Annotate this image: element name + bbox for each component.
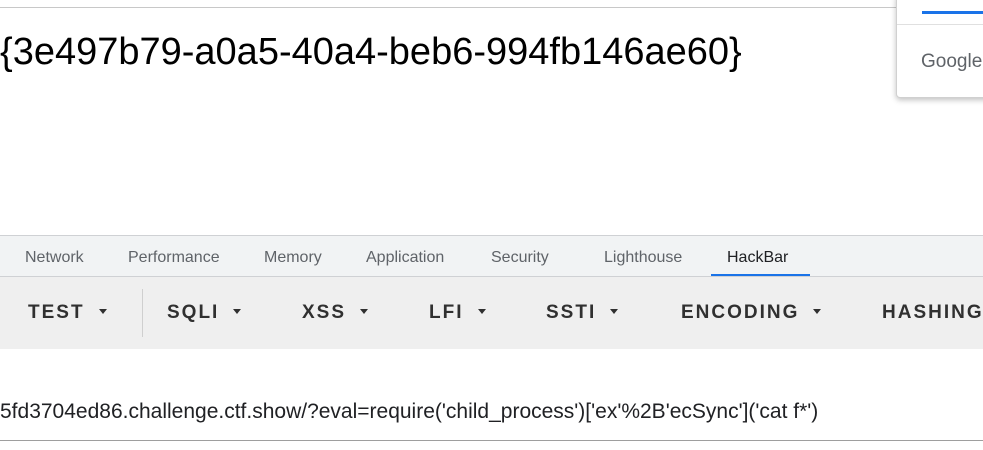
page-top-border [0,7,983,8]
test-menu-button[interactable]: TEST [28,291,107,335]
test-menu-label: TEST [28,302,85,323]
ssti-menu-button[interactable]: SSTI [546,291,619,335]
tab-performance[interactable]: Performance [128,236,220,276]
caret-down-icon [813,308,822,314]
popup-accent-bar [922,11,983,14]
xss-menu-label: XSS [302,302,347,323]
caret-down-icon [610,308,619,314]
active-tab-indicator [711,274,810,276]
page-output-text: {3e497b79-a0a5-40a4-beb6-994fb146ae60} [0,31,742,73]
devtools-tab-bar: Network Performance Memory Application S… [0,235,983,277]
encoding-menu-button[interactable]: ENCODING [681,291,822,335]
url-input-underline [0,440,983,441]
caret-down-icon [98,308,107,314]
google-popup: Google [896,0,983,98]
caret-down-icon [233,308,242,314]
tab-network[interactable]: Network [25,236,84,276]
lfi-menu-button[interactable]: LFI [429,291,486,335]
caret-down-icon [360,308,369,314]
sqli-menu-label: SQLI [167,302,220,323]
tab-security[interactable]: Security [491,236,549,276]
tab-application[interactable]: Application [366,236,444,276]
caret-down-icon [477,308,486,314]
tab-lighthouse[interactable]: Lighthouse [604,236,682,276]
tab-hackbar[interactable]: HackBar [727,236,788,276]
toolbar-separator [142,289,143,337]
encoding-menu-label: ENCODING [681,302,800,323]
hashing-menu-button[interactable]: HASHING [882,291,983,335]
ssti-menu-label: SSTI [546,302,597,323]
sqli-menu-button[interactable]: SQLI [167,291,242,335]
popup-brand-label: Google [921,51,983,72]
lfi-menu-label: LFI [429,302,464,323]
hashing-menu-label: HASHING [882,302,983,323]
xss-menu-button[interactable]: XSS [302,291,369,335]
popup-divider [897,24,983,25]
tab-memory[interactable]: Memory [264,236,322,276]
hackbar-url-input[interactable]: 5fd3704ed86.challenge.ctf.show/?eval=req… [0,392,983,432]
hackbar-toolbar: TEST SQLI XSS LFI SSTI ENCODING HASHING [0,277,983,349]
